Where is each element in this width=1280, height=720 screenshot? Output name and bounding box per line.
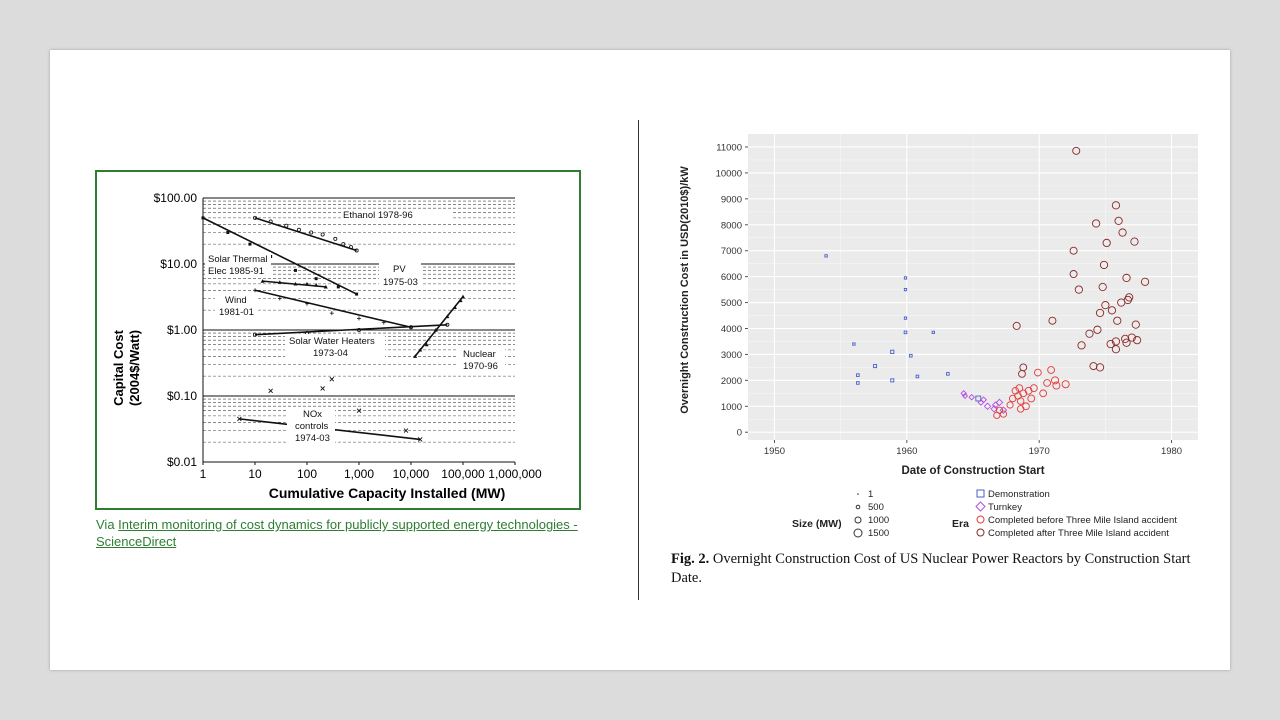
label-nuclear-2: 1970-96 [463,361,498,372]
right-xtick-label: 1980 [1161,446,1182,457]
right-ytick-label: 2000 [721,376,742,387]
label-pv-1: PV [393,264,406,275]
left-ytick-label: $10.00 [160,257,197,271]
left-data-point [293,268,297,272]
left-xtick-label: 100 [297,467,317,481]
right-ytick-label: 4000 [721,324,742,335]
left-data-point [333,236,338,241]
label-nuclear-1: Nuclear [463,349,496,360]
left-data-point [320,386,325,391]
legend-size-1500-label: 1500 [868,528,889,539]
legend-size-500: 500 [855,502,884,513]
right-xlabel: Date of Construction Start [901,465,1044,477]
left-xtick-label: 1 [200,467,207,481]
left-series [252,215,359,253]
left-data-point [284,223,289,228]
source-prefix: Via [96,517,119,532]
caption-label: Fig. 2. [671,551,710,567]
left-data-point [355,292,359,296]
legend-size-1-label: 1 [868,489,873,500]
label-ethanol: Ethanol 1978-96 [343,210,413,221]
label-solar-thermal-2: Elec 1985-91 [208,266,264,277]
label-nox-2: controls [295,421,329,432]
right-ytick-label: 8000 [721,220,742,231]
legend-size-1000: 1000 [854,515,889,526]
left-data-point [314,277,318,281]
right-xtick-label: 1970 [1029,446,1050,457]
left-data-point [329,311,334,316]
right-ytick-label: 10000 [716,168,742,179]
label-nox-3: 1974-03 [295,433,330,444]
left-data-point [329,376,335,382]
left-ylabel-line2: (2004$/Watt) [127,330,142,406]
right-ytick-label: 5000 [721,298,742,309]
right-ytick-label: 11000 [716,142,742,153]
left-data-point [268,388,273,394]
learning-curve-chart-frame: $100.00 $10.00 $1.00 $0.10 $0.01 1 10 100 1,000 1… [95,170,581,510]
left-ytick-label: $1.00 [167,323,197,337]
left-ytick-label: $100.00 [154,191,198,205]
left-xtick-label: 10 [248,467,262,481]
left-data-point [461,294,465,299]
left-xtick-label: 1,000 [344,467,374,481]
legend-size-500-label: 500 [868,502,884,513]
legend-size-1000-label: 1000 [868,515,889,526]
label-swh-2: 1973-04 [313,348,348,359]
left-data-point [201,216,205,220]
label-wind-2: 1981-01 [219,307,254,318]
legend-era-title: Era [952,518,969,530]
vertical-divider [638,120,639,600]
legend-size-1500: 1500 [853,528,889,539]
legend-era-demonstration-label: Demonstration [988,489,1050,500]
source-note: Via Interim monitoring of cost dynamics … [96,516,596,550]
right-ytick-label: 6000 [721,272,742,283]
label-pv-2: 1975-03 [383,277,418,288]
slide: $100.00 $10.00 $1.00 $0.10 $0.01 1 10 100 1,000 1… [50,50,1230,670]
source-link[interactable]: Interim monitoring of cost dynamics for … [96,517,578,549]
left-xtick-label: 10,000 [393,467,430,481]
right-xtick-label: 1950 [764,446,785,457]
figure-caption: Fig. 2. Overnight Construction Cost of U… [671,550,1211,588]
label-nox-1: NOx [303,409,322,420]
left-xtick-label: 1,000,000 [488,467,542,481]
right-ytick-label: 7000 [721,246,742,257]
left-data-point [296,227,301,232]
legend-era-turnkey: Turnkey [975,501,1022,513]
legend-era-after-tmi-label: Completed after Three Mile Island accide… [988,528,1169,539]
right-ytick-label: 9000 [721,194,742,205]
learning-curve-chart: $100.00 $10.00 $1.00 $0.10 $0.011 10 100 1,000 1… [111,191,542,501]
legend-era-before-tmi: Completed before Three Mile Island accid… [976,515,1177,526]
right-xtick-label: 1960 [896,446,917,457]
caption-text: Overnight Construction Cost of US Nuclea… [671,551,1191,586]
left-data-point [357,316,361,321]
left-data-point [336,285,340,289]
legend-era-turnkey-label: Turnkey [988,502,1022,513]
label-wind-1: Wind [225,295,247,306]
left-data-point [320,232,325,237]
left-data-point [226,231,230,235]
left-series [253,288,413,330]
left-ytick-label: $0.01 [167,455,197,469]
left-xtick-label: 100,000 [441,467,485,481]
right-ytick-label: 1000 [721,402,742,413]
right-ytick-label: 0 [737,428,742,439]
legend-size-1: 1 [857,489,873,500]
label-solar-thermal-1: Solar Thermal [208,254,268,265]
left-data-point [248,242,252,246]
legend-era-before-tmi-label: Completed before Three Mile Island accid… [988,515,1177,526]
left-data-point [253,288,257,293]
left-xlabel: Cumulative Capacity Installed (MW) [269,485,505,501]
legend: Size (MW) 1 500 1000 1500 Era Demonstrat… [792,489,1177,539]
right-ytick-label: 3000 [721,350,742,361]
label-swh-1: Solar Water Heaters [289,336,375,347]
left-trend-line [254,289,412,329]
right-ylabel: Overnight Construction Cost in USD(2010$… [679,166,691,414]
left-ylabel-line1: Capital Cost [111,329,126,406]
construction-cost-chart: 0 1000 2000 3000 4000 5000 6000 7000 8000 9000 100… [679,134,1198,539]
left-ytick-label: $0.10 [167,389,197,403]
legend-era-after-tmi: Completed after Three Mile Island accide… [976,528,1169,539]
legend-era-demonstration: Demonstration [976,489,1050,500]
legend-size-title: Size (MW) [792,518,842,530]
